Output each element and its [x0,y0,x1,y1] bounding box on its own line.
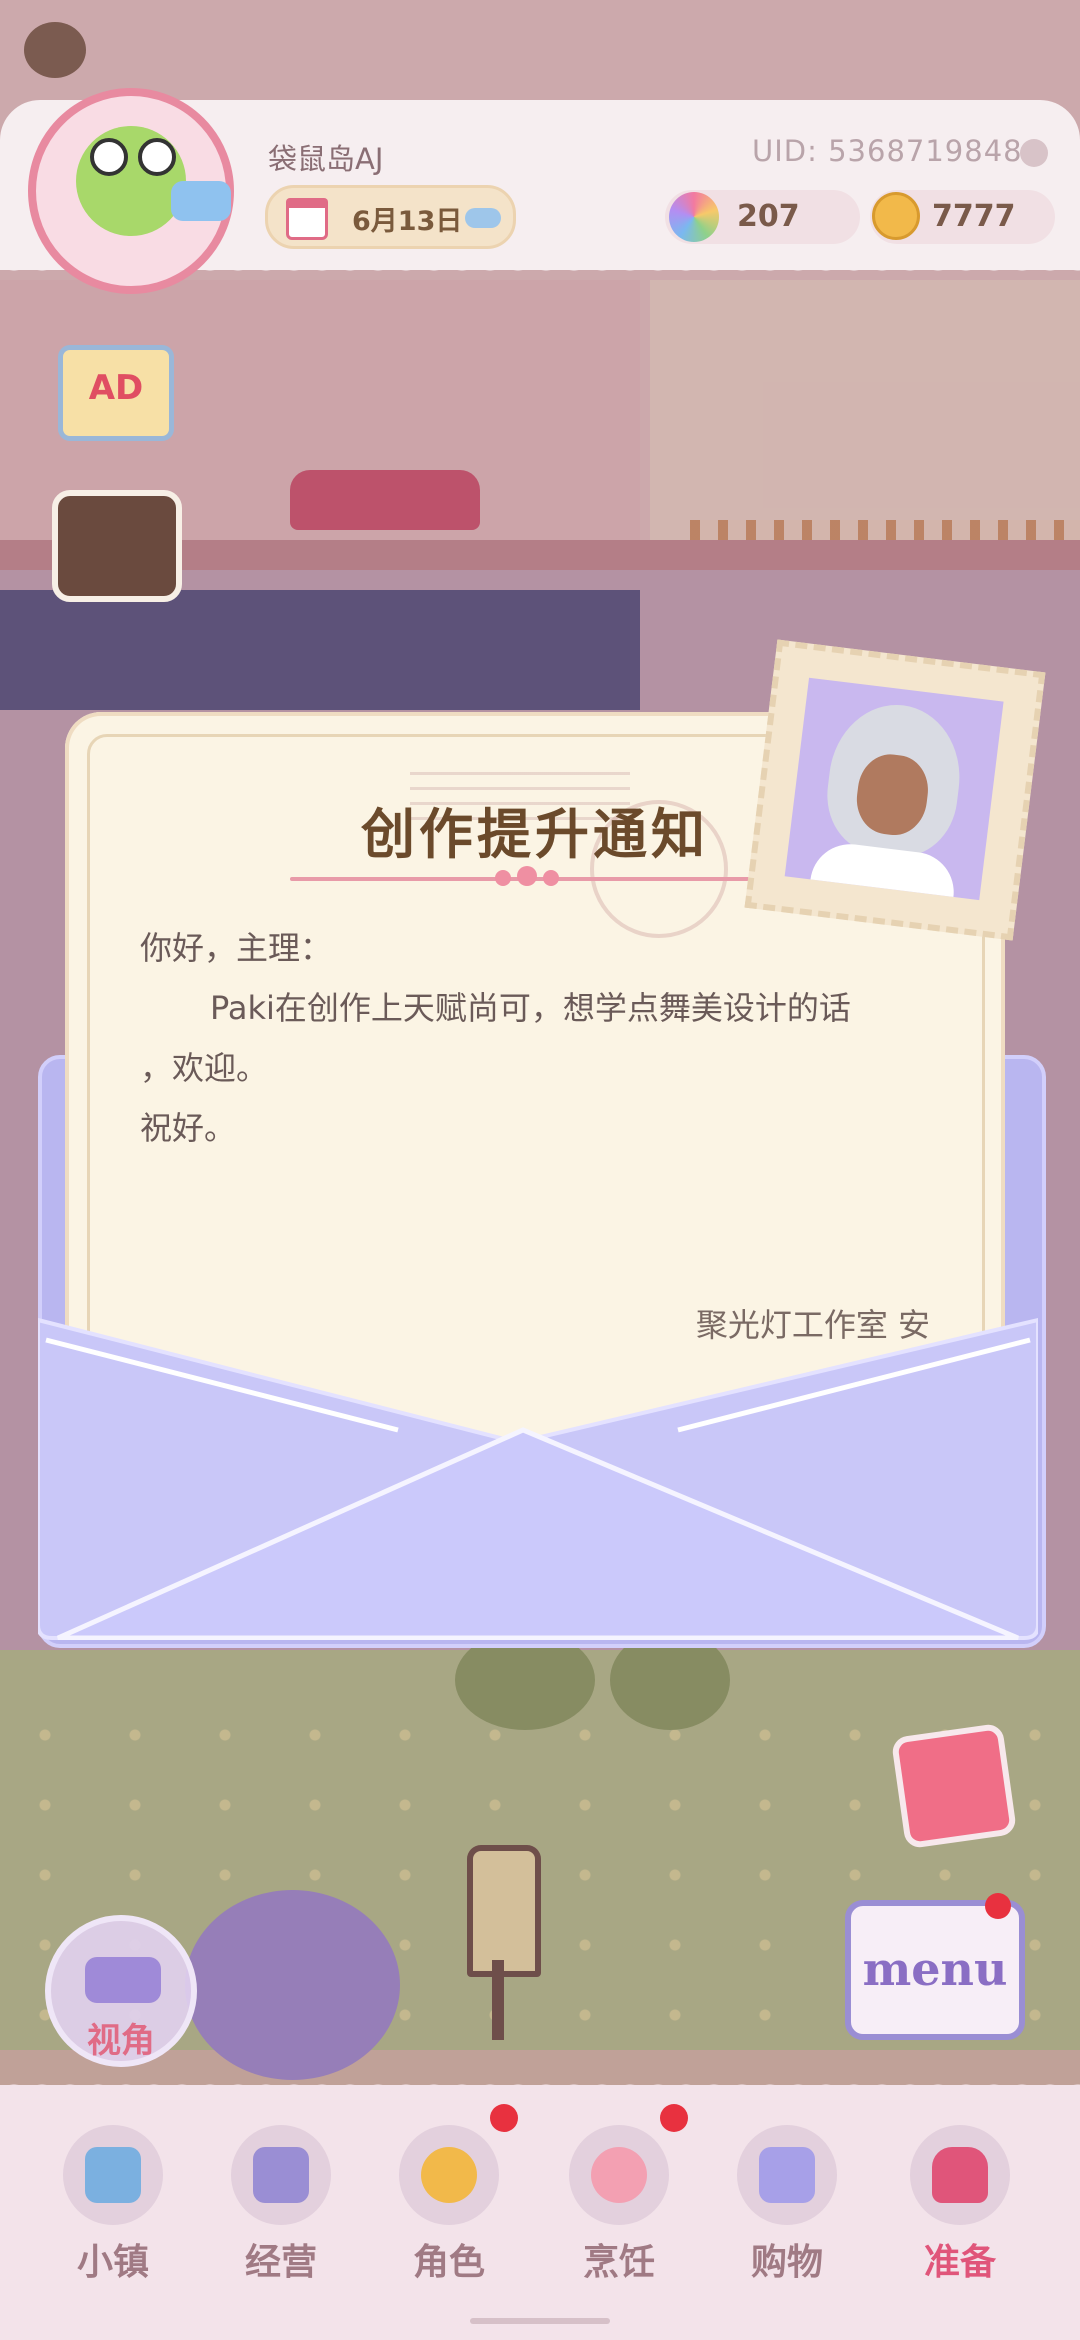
frog-eye [138,138,176,176]
bag-glyph [253,2147,309,2203]
cake-icon [569,2125,669,2225]
character-icon [399,2125,499,2225]
gem-count: 207 [737,199,800,234]
date-badge: 6月13日 [265,185,516,249]
uid-text: UID: 5368719848 [752,134,1023,168]
coin-icon [872,192,920,240]
ad-label: AD [88,368,144,408]
nav-label: 烹饪 [582,2241,655,2283]
cooking-notification-dot [660,2104,688,2132]
shopping-bag-icon [737,2125,837,2225]
nav-label: 小镇 [76,2241,149,2283]
view-angle-button[interactable]: 视角 [45,1915,197,2067]
nav-cooking[interactable]: 烹饪 [544,2115,694,2290]
nav-label: 准备 [923,2241,996,2283]
player-name: 袋鼠岛AJ [268,142,384,176]
character-stamp [744,639,1046,941]
nav-character[interactable]: 角色 [374,2115,524,2290]
photo-album-button[interactable] [890,1722,1018,1850]
date-text: 6月13日 [352,206,463,237]
portrait-shirt [808,839,959,901]
frog-avatar-icon [76,126,186,236]
ad-reward-button[interactable]: AD [58,345,174,441]
coin-counter[interactable]: 7777 [870,190,1055,244]
menu-book-button[interactable]: menu [845,1900,1025,2040]
nav-label: 购物 [750,2241,823,2283]
map-glyph [85,2147,141,2203]
home-indicator[interactable] [470,2318,610,2324]
character-notification-dot [490,2104,518,2132]
character-glyph [421,2147,477,2203]
map-icon [63,2125,163,2225]
nav-town[interactable]: 小镇 [38,2115,188,2290]
basket-icon [910,2125,1010,2225]
flower-icon [517,866,537,886]
bow-icon [171,181,231,221]
nav-prepare[interactable]: 准备 [885,2115,1035,2290]
letter-closing: 祝好。 [140,1109,237,1147]
nav-shopping[interactable]: 购物 [712,2115,862,2290]
menu-notification-dot [985,1893,1011,1919]
flower-icon [495,870,511,886]
nav-label: 经营 [244,2241,317,2283]
frog-eye [90,138,128,176]
letter-body-line: Paki在创作上天赋尚可，想学点舞美设计的话 [210,989,851,1027]
cloud-icon [465,208,501,228]
letter-greeting: 你好，主理： [140,929,333,967]
coin-count: 7777 [932,199,1016,234]
view-angle-label: 视角 [87,2021,155,2061]
letter-body: 你好，主理： Paki在创作上天赋尚可，想学点舞美设计的话 ，欢迎。 祝好。 [140,918,930,1158]
calendar-icon [286,198,328,240]
copy-uid-icon[interactable] [1020,139,1048,167]
envelope-front-flap [38,1317,1038,1640]
player-avatar[interactable] [28,88,234,294]
treasure-chest-button[interactable] [52,490,182,602]
camera-icon [85,1957,161,2003]
nav-business[interactable]: 经营 [206,2115,356,2290]
gem-icon [669,192,719,242]
flower-icon [543,870,559,886]
basket-glyph [932,2147,988,2203]
bag-lock-icon [231,2125,331,2225]
cat-icon [24,22,86,78]
menu-label: menu [862,1942,1008,1996]
character-portrait [784,677,1004,901]
gem-counter[interactable]: 207 [665,190,860,244]
cake-glyph [591,2147,647,2203]
shopping-glyph [759,2147,815,2203]
letter-body-line: ，欢迎。 [140,1049,269,1087]
nav-label: 角色 [412,2241,485,2283]
flower-ornament [495,866,559,890]
